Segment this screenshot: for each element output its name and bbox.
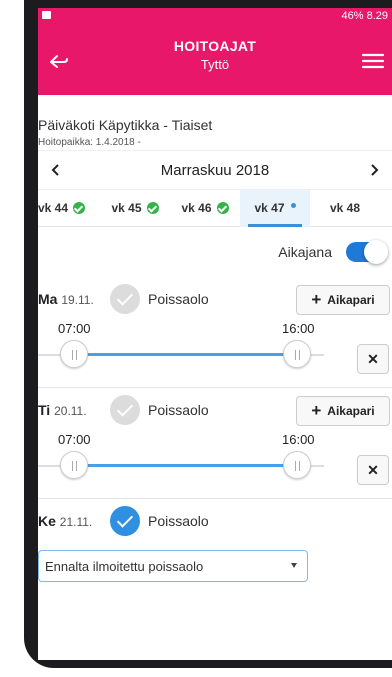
absence-label: Poissaolo	[148, 402, 209, 418]
weekday: Ti	[38, 402, 51, 418]
absence-type-select[interactable]: Ennalta ilmoitettu poissaolo	[38, 550, 308, 582]
time-range-slider	[38, 451, 338, 481]
add-time-pair-button[interactable]: + Aikapari	[296, 285, 390, 315]
start-handle[interactable]	[60, 340, 88, 368]
plus-icon: +	[311, 401, 322, 420]
weekday: Ma	[38, 291, 58, 307]
time-labels: 07:00 16:00	[38, 432, 392, 452]
close-icon[interactable]: ✕	[357, 455, 389, 485]
add-label: Aikapari	[327, 404, 375, 418]
close-icon[interactable]: ✕	[357, 344, 389, 374]
slider-range	[78, 464, 296, 467]
plus-icon: +	[311, 290, 322, 309]
timeline-label: Aikajana	[278, 244, 332, 260]
start-time: 07:00	[58, 321, 91, 336]
hamburger-menu-icon[interactable]	[358, 46, 388, 76]
day-label: Ma 19.11.	[38, 291, 110, 307]
day-label: Ti 20.11.	[38, 402, 110, 418]
add-time-pair-button[interactable]: + Aikapari	[296, 396, 390, 426]
week-label: vk 45	[111, 201, 142, 215]
status-text: 46% 8.29	[341, 10, 388, 22]
check-icon	[216, 202, 229, 214]
tab-week-44[interactable]: vk 44	[38, 190, 100, 227]
chevron-down-icon	[291, 563, 297, 568]
day-label: Ke 21.11.	[38, 513, 110, 529]
add-label: Aikapari	[327, 293, 375, 307]
week-label: vk 44	[38, 201, 69, 215]
chevron-right-icon[interactable]	[356, 152, 392, 188]
daycare-info: Päiväkoti Käpytikka - Tiaiset Hoitopaikk…	[38, 95, 392, 150]
absence-check-icon[interactable]	[110, 284, 140, 314]
tab-week-48[interactable]: vk 48	[310, 190, 380, 227]
date: 19.11.	[61, 293, 94, 307]
end-time: 16:00	[282, 321, 315, 336]
week-label: vk 48	[329, 201, 361, 215]
placement-date: Hoitopaikka: 1.4.2018 -	[38, 137, 141, 148]
current-month: Marraskuu 2018	[160, 161, 270, 179]
tab-week-46[interactable]: vk 46	[170, 190, 240, 227]
daycare-name: Päiväkoti Käpytikka - Tiaiset	[38, 117, 213, 133]
time-range-slider	[38, 340, 338, 370]
status-bar: 46% 8.29	[38, 8, 392, 24]
week-label: vk 47	[254, 201, 285, 215]
end-handle[interactable]	[283, 340, 311, 368]
day-header: Ke 21.11. Poissaolo	[38, 499, 392, 543]
check-icon	[146, 202, 159, 214]
day-row-monday: Ma 19.11. Poissaolo + Aikapari 07:00 16:0…	[38, 277, 392, 388]
page-subtitle: Tyttö	[200, 57, 230, 72]
timeline-switch[interactable]	[346, 240, 388, 264]
absence-label: Poissaolo	[148, 513, 209, 529]
end-handle[interactable]	[283, 451, 311, 479]
tab-week-45[interactable]: vk 45	[100, 190, 170, 227]
absence-label: Poissaolo	[148, 291, 209, 307]
date: 20.11.	[54, 404, 87, 418]
tab-week-47[interactable]: vk 47	[240, 189, 310, 227]
start-time: 07:00	[58, 432, 91, 447]
check-icon	[73, 202, 86, 214]
date: 21.11.	[59, 515, 93, 529]
day-row-tuesday: Ti 20.11. Poissaolo + Aikapari 07:00 16:0…	[38, 388, 392, 499]
absence-type-value: Ennalta ilmoitettu poissaolo	[45, 558, 204, 574]
app-header: HOITOAJAT Tyttö	[38, 24, 392, 95]
page-title: HOITOAJAT	[173, 38, 257, 54]
dot-icon	[290, 202, 296, 208]
absence-check-icon[interactable]	[110, 506, 140, 536]
month-navigation: Marraskuu 2018	[38, 150, 392, 190]
sim-icon	[42, 11, 51, 19]
timeline-toggle-row: Aikajana	[38, 227, 392, 277]
absence-check-icon[interactable]	[110, 395, 140, 425]
start-handle[interactable]	[60, 451, 88, 479]
weekday: Ke	[38, 513, 56, 529]
time-labels: 07:00 16:00	[38, 321, 392, 341]
week-label: vk 46	[181, 201, 212, 215]
app-screen: 46% 8.29 HOITOAJAT Tyttö Päiväkoti Käpyt…	[38, 8, 392, 660]
day-row-wednesday: Ke 21.11. Poissaolo Ennalta ilmoitettu p…	[38, 499, 392, 595]
week-tabs: vk 44 vk 45 vk 46 vk 47 vk 48	[38, 189, 392, 227]
end-time: 16:00	[282, 432, 315, 447]
chevron-left-icon[interactable]	[38, 152, 74, 188]
slider-range	[78, 353, 296, 356]
